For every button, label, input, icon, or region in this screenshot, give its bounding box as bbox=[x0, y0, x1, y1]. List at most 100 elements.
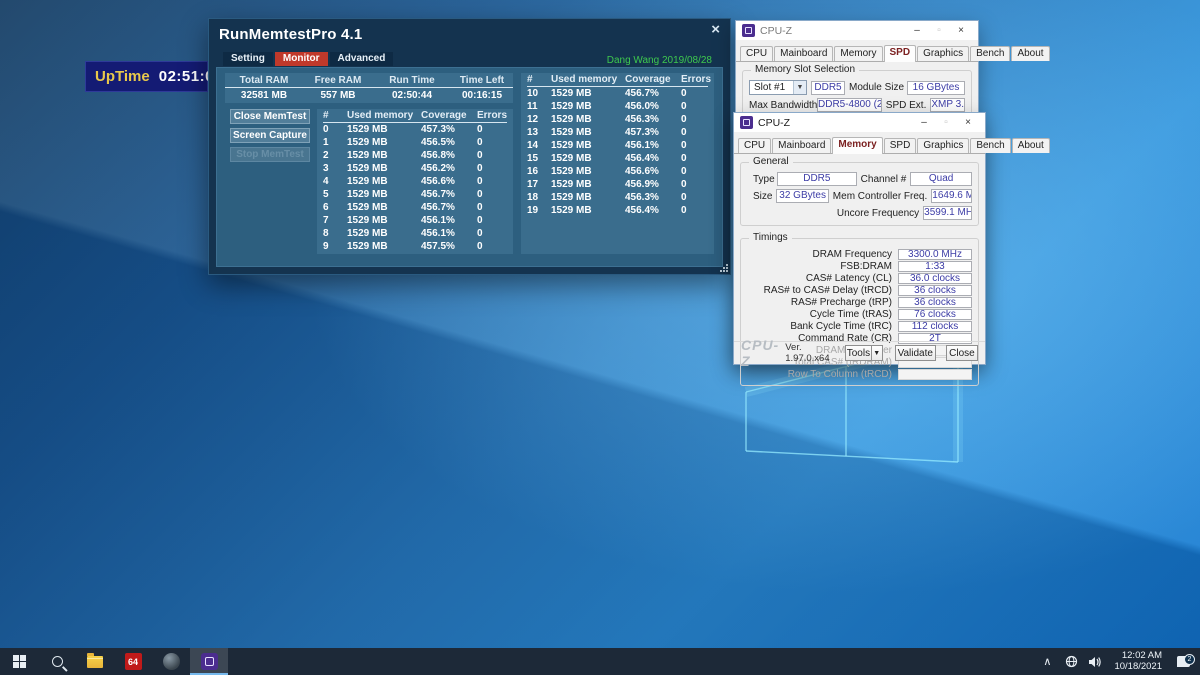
cpuz-tab-memory[interactable]: Memory bbox=[834, 46, 882, 61]
group-label: Timings bbox=[749, 232, 792, 243]
type-field: DDR5 bbox=[777, 172, 857, 186]
timing-row: FSB:DRAM1:33 bbox=[747, 260, 972, 272]
cpuz-tab-bench[interactable]: Bench bbox=[970, 138, 1010, 153]
minimize-icon[interactable]: – bbox=[906, 25, 928, 36]
taskbar-clock[interactable]: 12:02 AM 10/18/2021 bbox=[1108, 651, 1168, 672]
cell-used: 1529 MB bbox=[551, 101, 625, 112]
close-memtest-button[interactable]: Close MemTest bbox=[230, 109, 310, 124]
tools-dropdown-arrow[interactable]: ▼ bbox=[871, 345, 883, 361]
title-bar[interactable]: CPU-Z – ▫ × bbox=[736, 21, 978, 40]
cell-used: 1529 MB bbox=[551, 179, 625, 190]
cpuz-tab-graphics[interactable]: Graphics bbox=[917, 138, 969, 153]
memtest-tab-advanced[interactable]: Advanced bbox=[330, 52, 394, 66]
network-icon[interactable] bbox=[1060, 655, 1082, 668]
taskbar-search-button[interactable] bbox=[38, 648, 76, 675]
cpuz-tab-cpu[interactable]: CPU bbox=[738, 138, 771, 153]
cpuz-tab-graphics[interactable]: Graphics bbox=[917, 46, 969, 61]
minimize-icon[interactable]: – bbox=[913, 117, 935, 128]
group-label: General bbox=[749, 156, 793, 167]
cpuz-tab-memory[interactable]: Memory bbox=[832, 137, 882, 154]
title-bar[interactable]: CPU-Z – ▫ × bbox=[734, 113, 985, 132]
window-title: CPU-Z bbox=[758, 117, 790, 129]
cpuz-tab-bar: CPUMainboardMemorySPDGraphicsBenchAbout bbox=[734, 132, 985, 154]
screen-capture-button[interactable]: Screen Capture bbox=[230, 128, 310, 143]
taskbar-cpuz[interactable] bbox=[190, 648, 228, 675]
memtest-table-row: 91529 MB457.5%0 bbox=[323, 240, 507, 253]
memtest-tab-monitor[interactable]: Monitor bbox=[275, 52, 328, 66]
cell-errors: 0 bbox=[681, 140, 708, 151]
taskbar-browser[interactable] bbox=[152, 648, 190, 675]
cell: Coverage bbox=[625, 74, 681, 85]
cell: 32581 MB bbox=[225, 90, 303, 101]
close-icon[interactable]: × bbox=[957, 117, 979, 128]
cell-errors: 0 bbox=[477, 150, 507, 161]
runmemtestpro-window: RunMemtestPro 4.1 × SettingMonitorAdvanc… bbox=[208, 18, 731, 275]
timing-label: FSB:DRAM bbox=[747, 261, 892, 272]
memtest-button-column: Close MemTest Screen Capture Stop MemTes… bbox=[230, 109, 310, 166]
tray-chevron-up-icon[interactable]: ∧ bbox=[1036, 655, 1058, 668]
cpuz-tab-about[interactable]: About bbox=[1011, 46, 1049, 61]
cpuz-tab-spd[interactable]: SPD bbox=[884, 45, 917, 62]
window-controls: – ▫ × bbox=[913, 117, 979, 128]
taskbar-hwinfo64[interactable]: 64 bbox=[114, 648, 152, 675]
memtest-table-row: 61529 MB456.7%0 bbox=[323, 201, 507, 214]
slot-select-dropdown[interactable]: Slot #1 ▼ bbox=[749, 80, 807, 95]
tools-button[interactable]: Tools bbox=[845, 345, 871, 361]
timing-label: RAS# to CAS# Delay (tRCD) bbox=[747, 285, 892, 296]
mem-controller-field: 1649.6 MHz bbox=[931, 189, 972, 203]
timing-value: 112 clocks bbox=[898, 321, 972, 332]
start-button[interactable] bbox=[0, 648, 38, 675]
validate-button[interactable]: Validate bbox=[895, 345, 936, 361]
cell-errors: 0 bbox=[477, 137, 507, 148]
timing-value bbox=[898, 369, 972, 380]
memtest-table-row: 151529 MB456.4%0 bbox=[527, 152, 708, 165]
cell-coverage: 456.8% bbox=[421, 150, 477, 161]
cell-errors: 0 bbox=[477, 189, 507, 200]
memtest-tab-setting[interactable]: Setting bbox=[223, 52, 273, 66]
cell-coverage: 457.5% bbox=[421, 241, 477, 252]
memtest-table-row: 71529 MB456.1%0 bbox=[323, 214, 507, 227]
slot-type-field: DDR5 bbox=[811, 81, 845, 95]
cpuz-memory-window: CPU-Z – ▫ × CPUMainboardMemorySPDGraphic… bbox=[733, 112, 986, 365]
memtest-table-row: 191529 MB456.4%0 bbox=[527, 204, 708, 217]
cell-errors: 0 bbox=[681, 127, 708, 138]
cell-n: 10 bbox=[527, 88, 551, 99]
cell-errors: 0 bbox=[681, 101, 708, 112]
close-button[interactable]: Close bbox=[946, 345, 978, 361]
cell-n: 14 bbox=[527, 140, 551, 151]
cell-n: 9 bbox=[323, 241, 347, 252]
cpuz-footer: CPU-Z Ver. 1.97.0.x64 Tools ▼ Validate C… bbox=[734, 341, 985, 364]
maximize-icon: ▫ bbox=[935, 117, 957, 128]
cpuz-tab-mainboard[interactable]: Mainboard bbox=[772, 138, 831, 153]
module-size-field: 16 GBytes bbox=[907, 81, 965, 95]
cpuz-tab-cpu[interactable]: CPU bbox=[740, 46, 773, 61]
cell-errors: 0 bbox=[681, 88, 708, 99]
close-icon[interactable]: × bbox=[711, 21, 720, 38]
cpuz-tab-mainboard[interactable]: Mainboard bbox=[774, 46, 833, 61]
resize-grip[interactable] bbox=[719, 263, 728, 272]
cpuz-tab-bench[interactable]: Bench bbox=[970, 46, 1010, 61]
cell-coverage: 456.4% bbox=[625, 205, 681, 216]
cell-n: 2 bbox=[323, 150, 347, 161]
channel-label: Channel # bbox=[861, 174, 907, 185]
memtest-table-row: 161529 MB456.6%0 bbox=[527, 165, 708, 178]
timing-value: 36.0 clocks bbox=[898, 273, 972, 284]
cpuz-tab-about[interactable]: About bbox=[1012, 138, 1050, 153]
uncore-field: 3599.1 MHz bbox=[923, 206, 972, 220]
close-icon[interactable]: × bbox=[950, 25, 972, 36]
speaker-icon[interactable] bbox=[1084, 656, 1106, 668]
cell-n: 16 bbox=[527, 166, 551, 177]
memtest-table-row: 131529 MB457.3%0 bbox=[527, 126, 708, 139]
taskbar-file-explorer[interactable] bbox=[76, 648, 114, 675]
cell-n: 0 bbox=[323, 124, 347, 135]
memtest-tab-bar: SettingMonitorAdvanced bbox=[223, 52, 393, 66]
action-center-button[interactable]: 2 bbox=[1170, 656, 1196, 667]
cell-coverage: 456.1% bbox=[421, 228, 477, 239]
module-size-label: Module Size bbox=[849, 82, 903, 93]
cell-coverage: 456.1% bbox=[625, 140, 681, 151]
memtest-table-row: 01529 MB457.3%0 bbox=[323, 123, 507, 136]
memtest-table-row: 121529 MB456.3%0 bbox=[527, 113, 708, 126]
cpuz-tab-spd[interactable]: SPD bbox=[884, 138, 917, 153]
cell: 02:50:44 bbox=[373, 90, 451, 101]
cell-used: 1529 MB bbox=[347, 163, 421, 174]
